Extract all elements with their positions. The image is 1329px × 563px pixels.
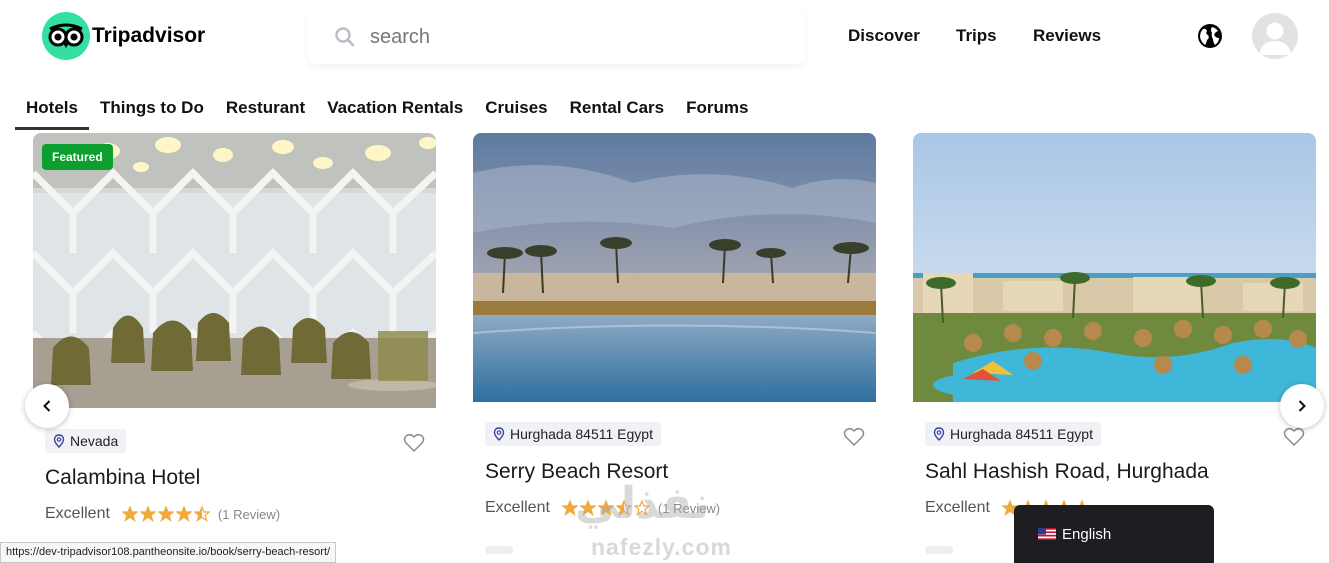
watermark-latin: nafezly.com xyxy=(591,534,732,560)
language-switcher[interactable]: English xyxy=(1014,505,1214,563)
heart-icon[interactable] xyxy=(403,433,425,453)
review-count[interactable]: (1 Review) xyxy=(658,501,720,516)
hotel-photo[interactable]: Featured xyxy=(33,133,436,408)
hotel-rating: Excellent (1 Review) xyxy=(45,505,280,523)
status-bar-url: https://dev-tripadvisor108.pantheonsite.… xyxy=(0,542,337,563)
star-icon xyxy=(615,500,632,516)
tab-things-to-do[interactable]: Things to Do xyxy=(89,86,215,130)
top-header: Tripadvisor Discover Trips Reviews xyxy=(0,0,1329,80)
price-placeholder xyxy=(485,546,513,554)
carousel-next-button[interactable] xyxy=(1280,384,1324,428)
location-label: Hurghada 84511 Egypt xyxy=(950,426,1093,442)
star-icon xyxy=(579,500,596,516)
location-tag: Hurghada 84511 Egypt xyxy=(485,422,661,446)
hotel-photo[interactable] xyxy=(913,133,1316,402)
nav-trips[interactable]: Trips xyxy=(956,26,997,46)
brand-logo[interactable]: Tripadvisor xyxy=(42,12,205,60)
hotel-card[interactable] xyxy=(913,133,1316,402)
star-icon xyxy=(139,506,156,522)
review-count[interactable]: (1 Review) xyxy=(218,507,280,522)
star-icon xyxy=(121,506,138,522)
star-icon xyxy=(193,506,210,522)
hotel-title[interactable]: Calambina Hotel xyxy=(45,466,200,490)
star-icon xyxy=(597,500,614,516)
user-avatar[interactable] xyxy=(1252,13,1298,59)
search-box[interactable] xyxy=(308,10,805,64)
hotel-card[interactable] xyxy=(473,133,876,402)
star-icon xyxy=(633,500,650,516)
map-pin-icon xyxy=(933,427,945,441)
star-icon xyxy=(561,500,578,516)
heart-icon[interactable] xyxy=(843,427,865,447)
brand-name: Tripadvisor xyxy=(92,24,206,47)
map-pin-icon xyxy=(493,427,505,441)
star-icon xyxy=(157,506,174,522)
heart-icon[interactable] xyxy=(1283,427,1305,447)
star-rating xyxy=(121,506,212,522)
hotel-card[interactable]: Featured xyxy=(33,133,436,408)
hotel-title[interactable]: Serry Beach Resort xyxy=(485,460,668,484)
location-label: Hurghada 84511 Egypt xyxy=(510,426,653,442)
hotel-rating: Excellent (1 Review) xyxy=(485,499,720,517)
category-tabs: Hotels Things to Do Resturant Vacation R… xyxy=(15,86,759,130)
globe-icon[interactable] xyxy=(1197,23,1223,49)
tab-vacation-rentals[interactable]: Vacation Rentals xyxy=(316,86,474,130)
tab-cruises[interactable]: Cruises xyxy=(474,86,558,130)
featured-badge: Featured xyxy=(42,144,113,170)
owl-logo-icon xyxy=(42,12,90,60)
hotel-photo[interactable] xyxy=(473,133,876,402)
rating-label: Excellent xyxy=(485,499,550,516)
hotel-title[interactable]: Sahl Hashish Road, Hurghada xyxy=(925,460,1209,484)
chevron-left-icon xyxy=(43,400,51,412)
tab-hotels[interactable]: Hotels xyxy=(15,86,89,130)
us-flag-icon xyxy=(1038,528,1056,540)
search-icon xyxy=(335,27,355,47)
location-tag: Nevada xyxy=(45,429,127,453)
user-icon xyxy=(1259,22,1291,55)
tab-forums[interactable]: Forums xyxy=(675,86,759,130)
map-pin-icon xyxy=(53,434,65,448)
carousel-prev-button[interactable] xyxy=(25,384,69,428)
star-icon xyxy=(175,506,192,522)
chevron-right-icon xyxy=(1298,400,1306,412)
price-placeholder xyxy=(925,546,953,554)
tab-resturant[interactable]: Resturant xyxy=(215,86,316,130)
language-label: English xyxy=(1062,525,1112,543)
rating-label: Excellent xyxy=(925,499,990,516)
nav-reviews[interactable]: Reviews xyxy=(1033,26,1101,46)
tab-rental-cars[interactable]: Rental Cars xyxy=(559,86,675,130)
search-input[interactable] xyxy=(370,25,770,49)
nav-discover[interactable]: Discover xyxy=(848,26,920,46)
location-tag: Hurghada 84511 Egypt xyxy=(925,422,1101,446)
rating-label: Excellent xyxy=(45,505,110,522)
star-rating xyxy=(561,500,652,516)
location-label: Nevada xyxy=(70,433,119,449)
